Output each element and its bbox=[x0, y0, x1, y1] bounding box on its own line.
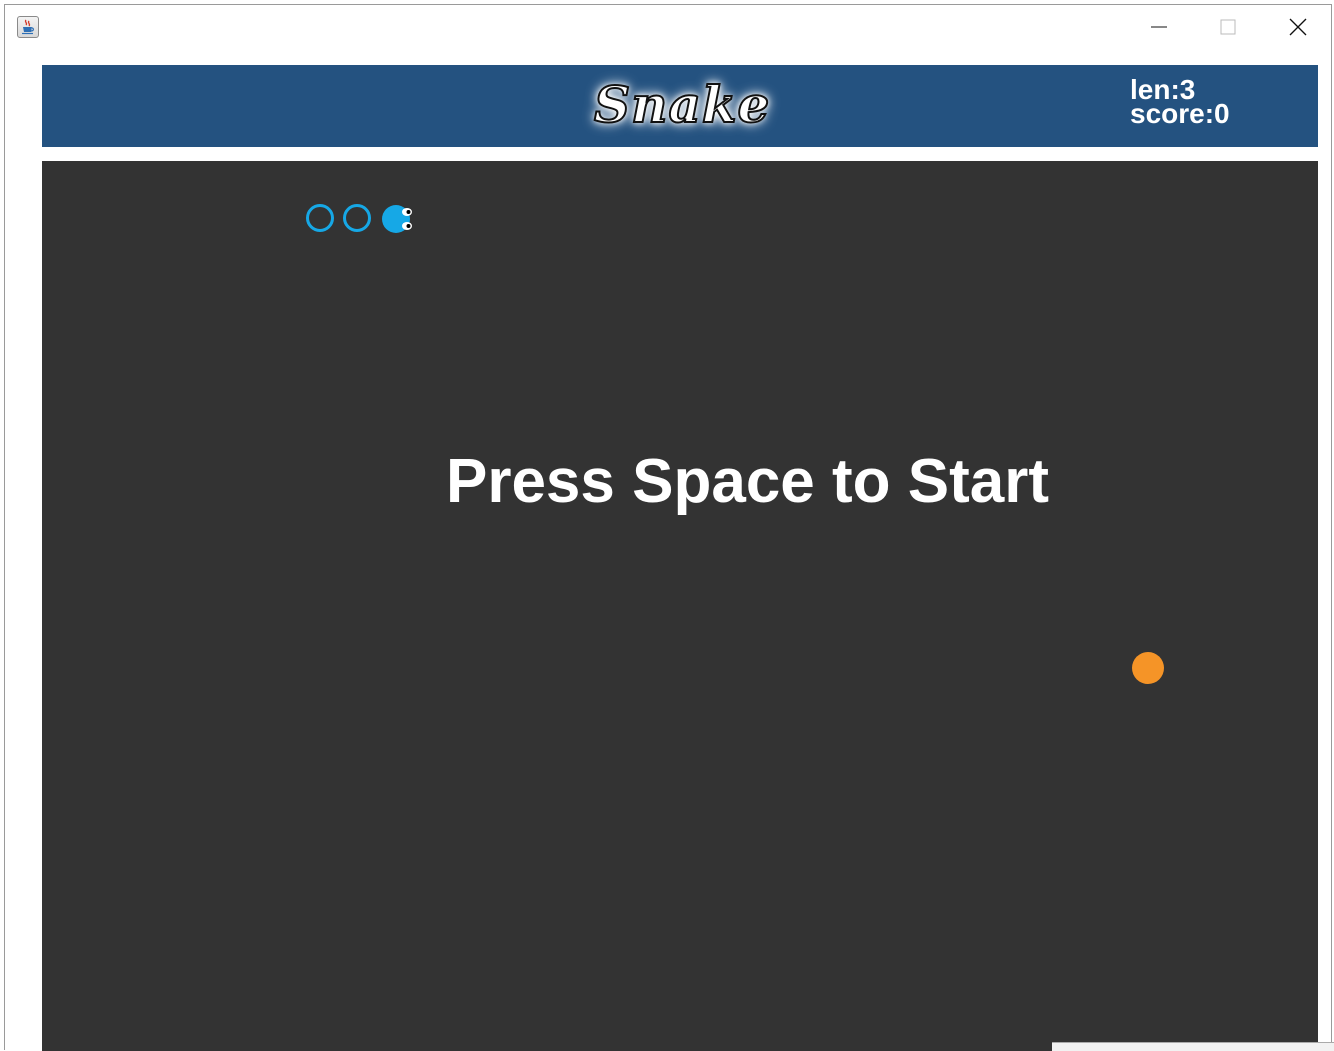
stats-panel: len:3 score:0 bbox=[1130, 76, 1230, 129]
snake-head bbox=[382, 205, 412, 233]
maximize-button[interactable] bbox=[1194, 5, 1262, 49]
close-button[interactable] bbox=[1264, 5, 1332, 49]
food-pellet bbox=[1132, 652, 1164, 684]
game-window: Snake len:3 score:0 Press Space to Start bbox=[4, 4, 1332, 1051]
snake-logo: Snake bbox=[593, 74, 771, 135]
title-bar[interactable] bbox=[5, 5, 1331, 49]
snake-body-segment bbox=[306, 204, 334, 232]
minimize-icon bbox=[1151, 26, 1167, 28]
maximize-icon bbox=[1220, 19, 1236, 35]
score-readout: score:0 bbox=[1130, 98, 1230, 129]
minimize-button[interactable] bbox=[1125, 5, 1193, 49]
close-icon bbox=[1289, 18, 1307, 36]
game-board[interactable]: Press Space to Start bbox=[42, 161, 1318, 1051]
header-banner: Snake len:3 score:0 bbox=[42, 65, 1318, 147]
snake-body-segment bbox=[343, 204, 371, 232]
java-cup-icon[interactable] bbox=[17, 16, 39, 38]
start-message: Press Space to Start bbox=[445, 447, 1050, 516]
